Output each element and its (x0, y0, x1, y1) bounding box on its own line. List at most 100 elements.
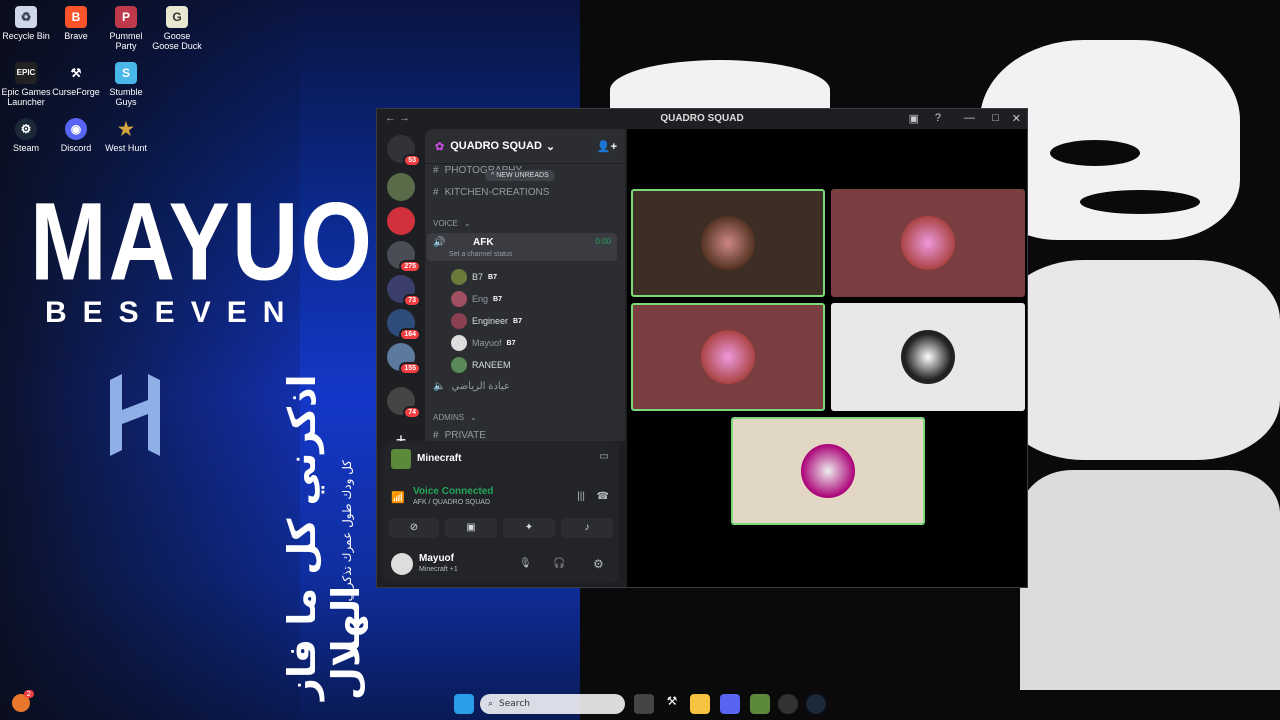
speaker-icon: 🔊 (433, 237, 446, 248)
invite-people-icon[interactable]: 👤+ (597, 140, 617, 153)
server-badge-icon: ✿ (435, 140, 445, 153)
channel-sidebar: ✿ QUADRO SQUAD ⌄ 👤+ # PHOTOGRAPHY ^ NEW U… (425, 129, 625, 441)
category-label: VOICE (433, 219, 458, 228)
channel-name: KITCHEN-CREATIONS (444, 187, 550, 198)
inbox-icon[interactable]: ▣ (909, 112, 919, 125)
unread-badge: 275 (399, 260, 421, 273)
noise-suppression-icon[interactable]: ||| (577, 491, 585, 502)
steam-taskbar-icon[interactable] (806, 694, 826, 714)
taskbar-search[interactable]: ⌕ Search (480, 694, 625, 714)
server-icon[interactable] (387, 173, 415, 201)
chrome-taskbar-icon[interactable] (778, 694, 798, 714)
voice-user[interactable]: Eng B7 (451, 291, 502, 307)
desktop-icon-label: West Hunt (105, 143, 147, 153)
channel-kitchen-creations[interactable]: # KITCHEN-CREATIONS (433, 187, 549, 198)
server-folder-icon[interactable]: 275 (387, 241, 421, 273)
avatar (801, 444, 855, 498)
camera-off-button[interactable]: ⊘ (389, 518, 439, 538)
connection-icon: 📶 (391, 492, 405, 504)
server-icon[interactable] (387, 207, 415, 235)
category-voice[interactable]: VOICE ⌄ (433, 219, 471, 228)
participant-tile[interactable] (631, 189, 825, 297)
weather-icon[interactable]: 2 (12, 690, 34, 712)
help-icon[interactable]: ? (935, 112, 941, 124)
desktop-icon-label: Discord (60, 143, 92, 153)
avatar (451, 357, 467, 373)
voice-user[interactable]: B7 B7 (451, 269, 497, 285)
desktop-icon-recycle-bin[interactable]: ♻ Recycle Bin (0, 6, 52, 41)
activity-launch-icon[interactable]: ▭ (600, 451, 609, 462)
participant-tile[interactable] (831, 189, 1025, 297)
server-folder-icon[interactable]: 73 (387, 275, 421, 307)
channel-private[interactable]: # PRIVATE (433, 430, 486, 441)
desktop-icon-label: Brave (64, 31, 88, 41)
participant-tile[interactable] (631, 303, 825, 411)
desktop-icon-steam[interactable]: ⚙ Steam (0, 118, 52, 153)
desktop-icon-stumble-guys[interactable]: S Stumble Guys (100, 62, 152, 107)
wallpaper-dark-overlay (0, 0, 300, 720)
channel-name: AFK (473, 237, 494, 248)
server-folder-icon[interactable]: 155 (387, 343, 421, 375)
voice-user[interactable]: Mayuof B7 (451, 335, 515, 351)
desktop-icon-label: Epic Games Launcher (1, 87, 51, 107)
voice-user-name: Eng (472, 294, 489, 304)
user-panel: Minecraft ▭ 📶 Voice Connected AFK / QUAD… (383, 441, 619, 583)
server-folder-icon[interactable]: 164 (387, 309, 421, 341)
new-unreads-pill[interactable]: ^ NEW UNREADS (485, 170, 555, 181)
microphone-icon[interactable]: 🎙 (519, 558, 532, 569)
channel-arabic-voice[interactable]: 🔈 عيادة الرياضي (433, 381, 510, 392)
desktop-icon-pummel-party[interactable]: P Pummel Party (100, 6, 152, 51)
voice-user[interactable]: Engineer B7 (451, 313, 522, 329)
minimize-icon[interactable]: — (964, 112, 975, 124)
windows-start-icon[interactable] (454, 694, 474, 714)
curseforge-taskbar-icon[interactable]: ⚒ (662, 694, 682, 714)
alhilal-logo (100, 370, 170, 460)
server-folder-icon[interactable]: 74 (387, 387, 421, 419)
close-icon[interactable]: ✕ (1012, 112, 1021, 125)
screen-share-button[interactable]: ▣ (445, 518, 497, 538)
discord-taskbar-icon[interactable] (720, 694, 740, 714)
task-view-icon[interactable] (634, 694, 654, 714)
desktop-icon-curseforge[interactable]: ⚒ CurseForge (50, 62, 102, 97)
channel-afk[interactable]: 🔊 AFK 0:00 Set a channel status (427, 233, 617, 261)
avatar (451, 313, 467, 329)
avatar[interactable] (391, 553, 413, 575)
desktop-icon-west-hunt[interactable]: ★ West Hunt (100, 118, 152, 153)
voice-user-name: RANEEM (472, 360, 511, 370)
unread-badge: 73 (403, 294, 421, 307)
unread-badge: 155 (399, 362, 421, 375)
voice-location[interactable]: AFK / QUADRO SQUAD (413, 499, 490, 506)
desktop-icon-label: CurseForge (52, 87, 100, 97)
maximize-icon[interactable]: □ (992, 112, 999, 124)
desktop-icon-epic-games[interactable]: EPIC Epic Games Launcher (0, 62, 52, 107)
desktop-icon-discord[interactable]: ◉ Discord (50, 118, 102, 153)
channel-status-hint[interactable]: Set a channel status (449, 251, 512, 258)
desktop-icon-label: Stumble Guys (109, 87, 143, 107)
settings-gear-icon[interactable]: ⚙ (593, 557, 604, 571)
brave-icon: B (65, 6, 87, 28)
voice-user-name: Mayuof (472, 338, 502, 348)
speaker-icon: 🔈 (433, 381, 446, 392)
disconnect-icon[interactable]: ☎ (597, 491, 609, 502)
notification-badge: 2 (23, 690, 34, 698)
participant-tile[interactable] (831, 303, 1025, 411)
wallpaper-arabic-text: اذكرني كل ما فاز الهلال (280, 374, 368, 700)
desktop-icon-brave[interactable]: B Brave (50, 6, 102, 41)
user-tag: B7 (506, 339, 516, 347)
search-icon: ⌕ (488, 699, 494, 709)
soundboard-button[interactable]: ♪ (561, 518, 613, 538)
category-admins[interactable]: ADMINS ⌄ (433, 413, 477, 422)
voice-user[interactable]: RANEEM (451, 357, 511, 373)
participant-tile[interactable] (731, 417, 925, 525)
server-header[interactable]: ✿ QUADRO SQUAD ⌄ 👤+ (425, 129, 625, 164)
desktop-icon-label: Steam (12, 143, 39, 153)
chevron-down-icon: ⌄ (463, 219, 471, 228)
desktop-icon-goose-goose-duck[interactable]: G Goose Goose Duck (151, 6, 203, 51)
headphones-icon[interactable]: 🎧 (553, 558, 565, 569)
discord-home-icon[interactable]: 53 (387, 135, 421, 167)
unread-badge: 74 (403, 406, 421, 419)
search-placeholder: Search (499, 699, 530, 709)
activities-button[interactable]: ✦ (503, 518, 555, 538)
minecraft-taskbar-icon[interactable] (750, 694, 770, 714)
file-explorer-icon[interactable] (690, 694, 710, 714)
